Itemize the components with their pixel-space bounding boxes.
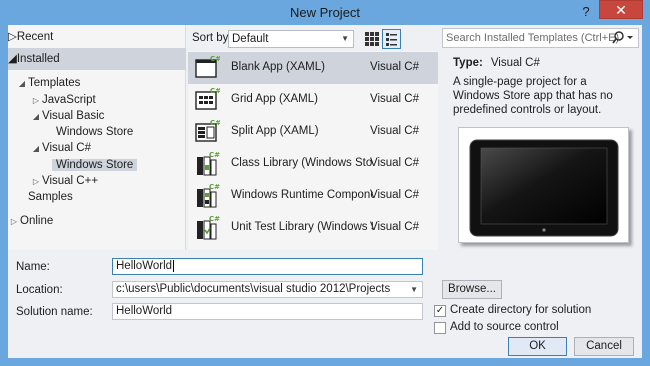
list-view-icon bbox=[386, 33, 397, 46]
location-field[interactable]: c:\users\Public\documents\visual studio … bbox=[112, 281, 423, 298]
blank-app-icon: C# bbox=[195, 55, 220, 78]
class-library-icon: C# bbox=[197, 151, 220, 176]
sort-by-label: Sort by: bbox=[192, 32, 232, 44]
tree-item-recent[interactable]: ▷Recent bbox=[8, 26, 186, 48]
search-placeholder: Search Installed Templates (Ctrl+E) bbox=[446, 32, 620, 44]
template-description: A single-page project for a Windows Stor… bbox=[453, 76, 613, 116]
svg-text:C#: C# bbox=[209, 151, 220, 159]
title-bar: New Project ? ✕ bbox=[0, 0, 650, 25]
source-control-label: Add to source control bbox=[450, 321, 559, 333]
list-view-button[interactable] bbox=[382, 29, 401, 49]
browse-button[interactable]: Browse... bbox=[442, 280, 502, 299]
solution-name-label: Solution name: bbox=[16, 306, 93, 318]
list-item[interactable]: C# Grid App (XAML) Visual C# bbox=[188, 84, 438, 116]
grid-app-icon: C# bbox=[195, 87, 220, 110]
help-button[interactable]: ? bbox=[579, 4, 593, 20]
project-form: Name: HelloWorld Location: c:\users\Publ… bbox=[8, 251, 642, 358]
search-templates-input[interactable]: Search Installed Templates (Ctrl+E) bbox=[442, 28, 639, 48]
collapse-arrow-icon: ◢ bbox=[18, 79, 26, 88]
name-label: Name: bbox=[16, 261, 50, 273]
unit-test-icon: C# bbox=[197, 215, 220, 240]
project-name-field[interactable]: HelloWorld bbox=[112, 258, 423, 275]
expand-arrow-icon: ▷ bbox=[10, 217, 18, 226]
tablet-preview-image bbox=[469, 139, 619, 237]
sort-by-select[interactable]: Default ▼ bbox=[228, 30, 354, 48]
text-caret bbox=[173, 259, 175, 272]
dialog-client-area: ▷Recent ◢Installed ◢ Templates ▷ JavaScrip… bbox=[8, 25, 642, 358]
ok-button[interactable]: OK bbox=[508, 337, 567, 356]
template-list: C# Blank App (XAML) Visual C# C# Grid Ap… bbox=[188, 51, 438, 250]
solution-name-field[interactable]: HelloWorld bbox=[112, 303, 423, 320]
search-icon[interactable] bbox=[612, 30, 634, 46]
collapse-arrow-icon: ◢ bbox=[32, 112, 40, 121]
template-preview bbox=[458, 127, 629, 243]
svg-text:C#: C# bbox=[210, 119, 220, 127]
svg-text:C#: C# bbox=[209, 215, 220, 223]
grid-view-icon[interactable] bbox=[364, 31, 380, 47]
window-title: New Project bbox=[289, 5, 361, 20]
collapse-arrow-icon: ◢ bbox=[8, 53, 17, 65]
close-button[interactable]: ✕ bbox=[599, 0, 643, 19]
list-item[interactable]: C# Class Library (Windows Store... Visua… bbox=[188, 148, 438, 180]
new-project-dialog: New Project ? ✕ ▷Recent ◢Installed ◢ Temp… bbox=[0, 0, 650, 366]
collapse-arrow-icon: ◢ bbox=[32, 144, 40, 153]
list-item[interactable]: C# Split App (XAML) Visual C# bbox=[188, 116, 438, 148]
template-toolbar: Sort by: Default ▼ bbox=[188, 29, 438, 51]
tree-item-installed[interactable]: ◢Installed bbox=[8, 48, 186, 70]
create-directory-label: Create directory for solution bbox=[450, 304, 592, 316]
svg-text:C#: C# bbox=[210, 87, 220, 95]
expand-arrow-icon: ▷ bbox=[8, 31, 17, 43]
chevron-down-icon: ▼ bbox=[341, 34, 349, 43]
svg-text:C#: C# bbox=[209, 183, 220, 191]
tree-item-online[interactable]: ▷ Online bbox=[8, 211, 53, 231]
list-item[interactable]: C# Windows Runtime Component Visual C# bbox=[188, 180, 438, 212]
svg-text:C#: C# bbox=[210, 55, 220, 63]
create-directory-checkbox[interactable]: ✓ bbox=[434, 305, 446, 317]
location-label: Location: bbox=[16, 284, 63, 296]
chevron-down-icon[interactable]: ▼ bbox=[410, 282, 418, 297]
tree-item-samples[interactable]: Samples bbox=[28, 187, 73, 207]
template-tree: ▷Recent ◢Installed ◢ Templates ▷ JavaScrip… bbox=[8, 25, 186, 250]
cancel-button[interactable]: Cancel bbox=[574, 337, 634, 356]
split-app-icon: C# bbox=[195, 119, 220, 142]
list-item[interactable]: C# Unit Test Library (Windows St... Visu… bbox=[188, 212, 438, 244]
template-type: Type: Visual C# bbox=[453, 57, 540, 69]
source-control-checkbox[interactable] bbox=[434, 322, 446, 334]
list-item[interactable]: C# Blank App (XAML) Visual C# bbox=[188, 52, 438, 84]
runtime-component-icon: C# bbox=[197, 183, 220, 208]
